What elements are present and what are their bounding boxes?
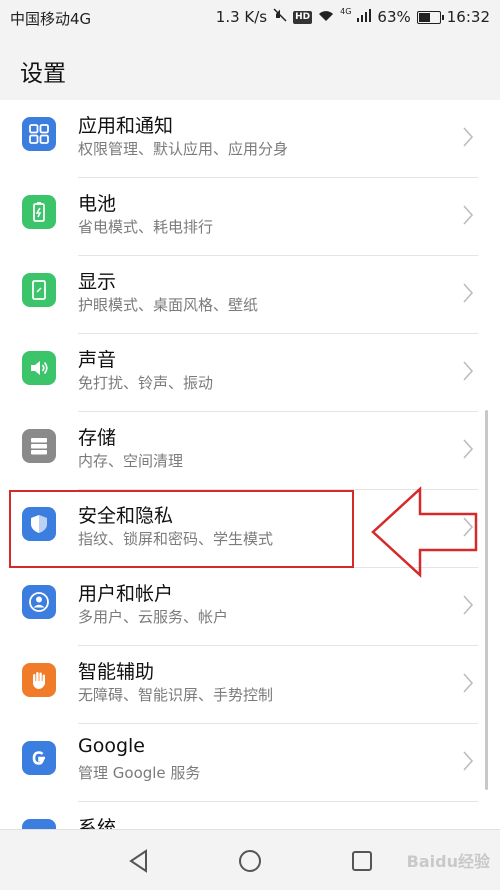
chevron-right-icon xyxy=(463,751,474,771)
app-header: 设置 xyxy=(0,34,500,101)
item-title: 应用和通知 xyxy=(78,115,174,137)
speaker-icon xyxy=(22,351,56,385)
google-icon xyxy=(22,741,56,775)
item-title: 声音 xyxy=(78,349,117,371)
network-speed: 1.3 K/s xyxy=(215,8,268,26)
clock: 16:32 xyxy=(446,8,490,26)
chevron-right-icon xyxy=(463,205,474,225)
home-icon[interactable] xyxy=(237,848,263,874)
signal-icon xyxy=(357,8,372,26)
left-arrow-annotation xyxy=(371,486,478,578)
settings-item-users[interactable]: 用户和帐户 多用户、云服务、帐户 xyxy=(0,568,500,646)
chevron-right-icon xyxy=(463,283,474,303)
hand-icon xyxy=(22,663,56,697)
item-title: 电池 xyxy=(78,193,117,215)
battery-percent: 63% xyxy=(377,8,411,26)
battery-icon xyxy=(416,10,444,24)
item-title: 显示 xyxy=(78,271,117,293)
settings-item-display[interactable]: 显示 护眼模式、桌面风格、壁纸 xyxy=(0,256,500,334)
battery-icon xyxy=(22,195,56,229)
settings-item-system[interactable]: 系统 xyxy=(0,802,500,829)
item-subtitle: 免打扰、铃声、振动 xyxy=(78,374,214,392)
settings-item-google[interactable]: Google 管理 Google 服务 xyxy=(0,724,500,802)
item-subtitle: 无障碍、智能识屏、手势控制 xyxy=(78,686,274,704)
item-title: Google xyxy=(78,735,146,757)
chevron-right-icon xyxy=(463,673,474,693)
item-subtitle: 管理 Google 服务 xyxy=(78,764,201,782)
highlight-box xyxy=(9,490,354,568)
item-subtitle: 省电模式、耗电排行 xyxy=(78,218,214,236)
settings-item-storage[interactable]: 存储 内存、空间清理 xyxy=(0,412,500,490)
item-title: 智能辅助 xyxy=(78,661,155,683)
wifi-icon xyxy=(318,8,334,26)
chevron-right-icon xyxy=(463,439,474,459)
item-subtitle: 护眼模式、桌面风格、壁纸 xyxy=(78,296,259,314)
item-title: 存储 xyxy=(78,427,117,449)
page-title: 设置 xyxy=(20,61,66,87)
chevron-right-icon xyxy=(463,127,474,147)
mute-icon xyxy=(273,8,287,26)
item-title: 用户和帐户 xyxy=(78,583,174,605)
hd-badge: HD xyxy=(293,10,313,24)
navigation-bar: Baidu经验 xyxy=(0,829,500,890)
settings-list[interactable]: 应用和通知 权限管理、默认应用、应用分身 电池 省电模式、耗电排行 显示 护眼模… xyxy=(0,100,500,829)
back-icon[interactable] xyxy=(126,848,152,874)
item-subtitle: 多用户、云服务、帐户 xyxy=(78,608,229,626)
display-icon xyxy=(22,273,56,307)
storage-icon xyxy=(22,429,56,463)
network-type: 4G xyxy=(340,6,352,16)
item-subtitle: 权限管理、默认应用、应用分身 xyxy=(78,140,289,158)
settings-item-apps[interactable]: 应用和通知 权限管理、默认应用、应用分身 xyxy=(0,100,500,178)
status-icons: 1.3 K/s HD 4G 63% 16:32 xyxy=(215,6,490,27)
chevron-right-icon xyxy=(463,595,474,615)
item-title: 系统 xyxy=(78,817,117,829)
item-subtitle: 内存、空间清理 xyxy=(78,452,184,470)
settings-item-battery[interactable]: 电池 省电模式、耗电排行 xyxy=(0,178,500,256)
scrollbar[interactable] xyxy=(485,410,488,790)
watermark-logo: Baidu经验 xyxy=(406,852,490,871)
system-icon xyxy=(22,819,56,829)
user-icon xyxy=(22,585,56,619)
settings-item-assist[interactable]: 智能辅助 无障碍、智能识屏、手势控制 xyxy=(0,646,500,724)
status-bar: 中国移动4G 1.3 K/s HD 4G 63% 16:32 xyxy=(0,0,500,34)
chevron-right-icon xyxy=(463,361,474,381)
apps-grid-icon xyxy=(22,117,56,151)
carrier-label: 中国移动4G xyxy=(10,10,92,28)
settings-item-sound[interactable]: 声音 免打扰、铃声、振动 xyxy=(0,334,500,412)
recents-icon[interactable] xyxy=(349,848,375,874)
